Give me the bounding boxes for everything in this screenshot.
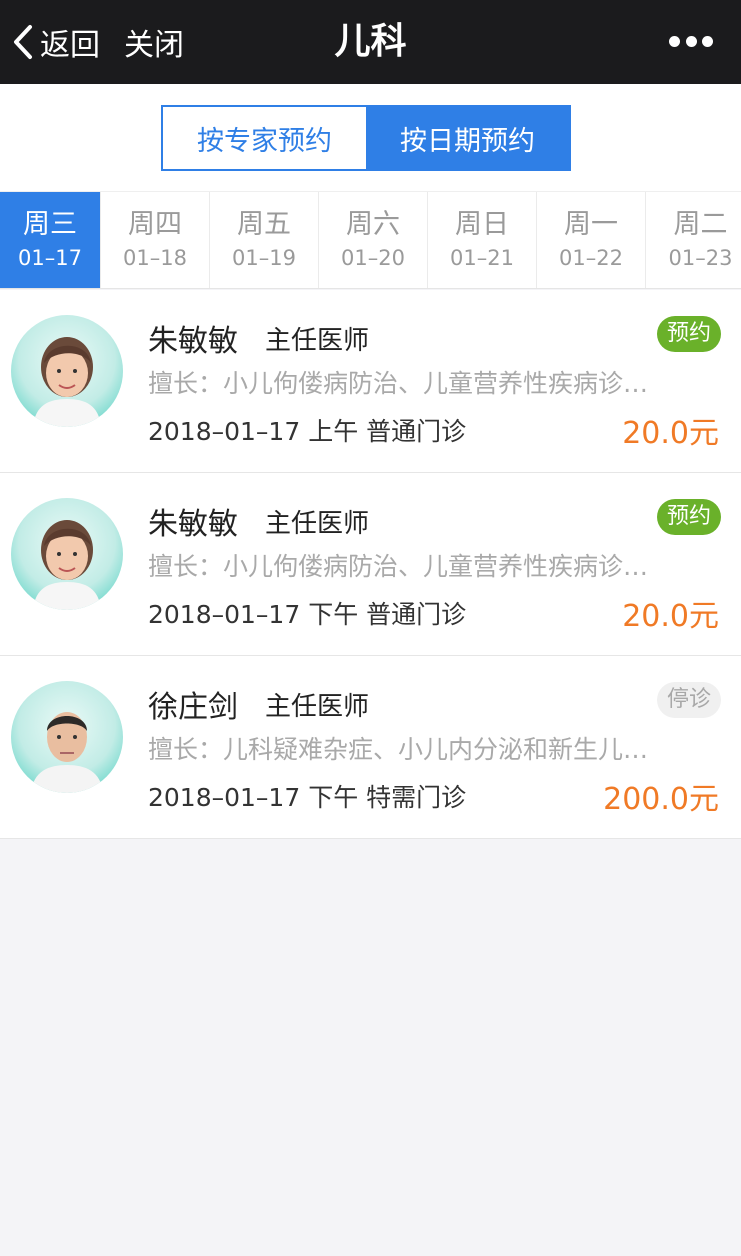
doctor-row[interactable]: 朱敏敏 主任医师 预约 擅长：小儿佝偻病防治、儿童营养性疾病诊… 2018–01… xyxy=(0,473,741,656)
date-strip: 周三 01–17 周四 01–18 周五 01–19 周六 01–20 周日 0… xyxy=(0,191,741,289)
doctor-avatar xyxy=(11,498,123,610)
nav-bar: 返回 关闭 儿科 xyxy=(0,0,741,84)
booking-mode-bar: 按专家预约 按日期预约 xyxy=(0,84,741,191)
close-button[interactable]: 关闭 xyxy=(124,18,184,66)
doctor-skill: 擅长：儿科疑难杂症、小儿内分泌和新生儿… xyxy=(148,735,649,764)
chevron-left-icon xyxy=(14,25,32,59)
day-date: 01–17 xyxy=(18,246,82,270)
doctor-skill: 擅长：小儿佝偻病防治、儿童营养性疾病诊… xyxy=(148,369,649,398)
day-weekday: 周一 xyxy=(564,209,618,240)
clinic-time: 2018–01–17 上午 普通门诊 xyxy=(148,417,467,446)
day-date: 01–20 xyxy=(341,246,405,270)
clinic-price: 200.0元 xyxy=(603,782,719,817)
doctor-name: 朱敏敏 xyxy=(148,324,238,359)
doctor-rank: 主任医师 xyxy=(265,509,370,539)
day-weekday: 周三 xyxy=(23,209,77,240)
day-weekday: 周五 xyxy=(237,209,291,240)
day-tab[interactable]: 周二 01–23 xyxy=(646,192,741,288)
clinic-price: 20.0元 xyxy=(622,416,719,451)
back-button[interactable]: 返回 xyxy=(10,18,100,66)
doctor-rank: 主任医师 xyxy=(265,326,370,356)
page-title: 儿科 xyxy=(334,21,407,62)
doctor-list: 朱敏敏 主任医师 预约 擅长：小儿佝偻病防治、儿童营养性疾病诊… 2018–01… xyxy=(0,290,741,839)
day-tab[interactable]: 周日 01–21 xyxy=(428,192,537,288)
day-date: 01–19 xyxy=(232,246,296,270)
day-weekday: 周六 xyxy=(346,209,400,240)
doctor-name: 徐庄剑 xyxy=(148,690,238,725)
booking-badge[interactable]: 预约 xyxy=(656,499,721,535)
day-tab[interactable]: 周一 01–22 xyxy=(537,192,646,288)
day-weekday: 周四 xyxy=(128,209,182,240)
day-tab[interactable]: 周六 01–20 xyxy=(319,192,428,288)
clinic-time: 2018–01–17 下午 普通门诊 xyxy=(148,600,467,629)
day-tab[interactable]: 周三 01–17 xyxy=(0,192,101,288)
suspended-badge: 停诊 xyxy=(656,682,721,718)
day-weekday: 周二 xyxy=(673,209,728,240)
doctor-avatar xyxy=(11,681,123,793)
day-date: 01–23 xyxy=(668,246,733,270)
male-doctor-avatar-icon xyxy=(31,712,103,793)
day-tab[interactable]: 周四 01–18 xyxy=(101,192,210,288)
day-weekday: 周日 xyxy=(455,209,509,240)
day-date: 01–18 xyxy=(123,246,187,270)
booking-mode-segment: 按专家预约 按日期预约 xyxy=(161,105,571,171)
doctor-row[interactable]: 徐庄剑 主任医师 停诊 擅长：儿科疑难杂症、小儿内分泌和新生儿… 2018–01… xyxy=(0,656,741,839)
doctor-skill: 擅长：小儿佝偻病防治、儿童营养性疾病诊… xyxy=(148,552,649,581)
tab-by-date[interactable]: 按日期预约 xyxy=(366,107,569,169)
tab-by-expert[interactable]: 按专家预约 xyxy=(163,107,366,169)
more-icon[interactable] xyxy=(669,36,713,48)
day-date: 01–22 xyxy=(559,246,623,270)
back-label: 返回 xyxy=(40,28,100,63)
doctor-avatar xyxy=(11,315,123,427)
clinic-price: 20.0元 xyxy=(622,599,719,634)
day-tab[interactable]: 周五 01–19 xyxy=(210,192,319,288)
doctor-rank: 主任医师 xyxy=(265,692,370,722)
female-doctor-avatar-icon xyxy=(33,337,101,427)
day-date: 01–21 xyxy=(450,246,514,270)
clinic-time: 2018–01–17 下午 特需门诊 xyxy=(148,783,467,812)
female-doctor-avatar-icon xyxy=(33,520,101,610)
booking-badge[interactable]: 预约 xyxy=(656,316,721,352)
doctor-row[interactable]: 朱敏敏 主任医师 预约 擅长：小儿佝偻病防治、儿童营养性疾病诊… 2018–01… xyxy=(0,290,741,473)
doctor-name: 朱敏敏 xyxy=(148,507,238,542)
